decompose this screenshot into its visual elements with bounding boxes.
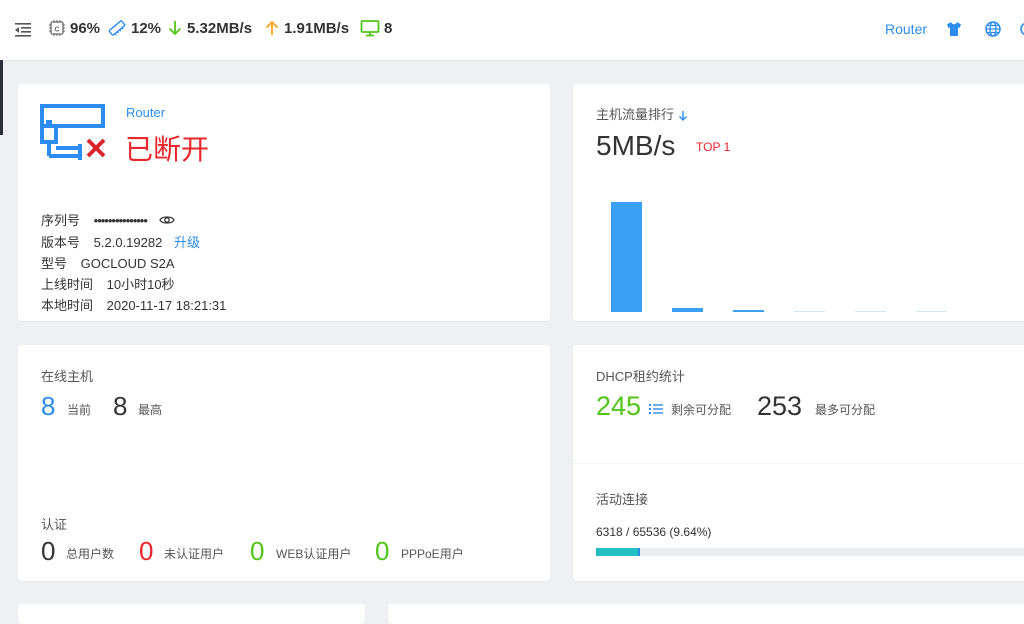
hosts-value: 8 xyxy=(384,19,393,37)
dhcp-remaining-label: 剩余可分配 xyxy=(671,403,732,417)
upload-stat: 1.91MB/s xyxy=(264,19,349,37)
online-title: 在线主机 xyxy=(41,369,94,384)
dhcp-card: DHCP租约统计 245 剩余可分配 253 最多可分配 活动连接 6318 /… xyxy=(573,345,1024,581)
router-link[interactable]: Router xyxy=(885,21,927,37)
model-label: 型号 xyxy=(41,256,68,271)
web-users-label: WEB认证用户 xyxy=(276,547,352,561)
dhcp-remaining: 245 xyxy=(596,391,642,421)
unauth-users: 0 xyxy=(139,536,154,566)
connections-progress-fill xyxy=(596,548,640,556)
download-stat: 5.32MB/s xyxy=(167,19,252,37)
memory-icon xyxy=(108,20,126,36)
traffic-bar[interactable] xyxy=(855,311,886,312)
traffic-card: 主机流量排行 5MB/s TOP 1 xyxy=(573,84,1024,321)
pppoe-users-label: PPPoE用户 xyxy=(401,547,464,561)
sidebar-edge xyxy=(0,60,3,135)
extra-icon[interactable] xyxy=(1018,20,1024,38)
serial-label: 序列号 xyxy=(41,213,81,228)
version-label: 版本号 xyxy=(41,235,81,250)
memory-stat: 12% xyxy=(107,19,161,37)
traffic-bar[interactable] xyxy=(916,311,947,312)
top-bar: C 96% 12% 5.32MB/s 1.91MB/s 8 Router xyxy=(0,0,1024,61)
traffic-bar[interactable] xyxy=(611,202,642,312)
localtime-row: 本地时间 2020-11-17 18:21:31 xyxy=(41,295,226,314)
cpu-value: 96% xyxy=(70,19,101,37)
serial-value: ••••••••••••••• xyxy=(93,213,148,228)
router-disconnected-icon xyxy=(40,104,110,164)
upload-value: 1.91MB/s xyxy=(284,19,350,37)
traffic-bar[interactable] xyxy=(672,308,703,312)
hosts-stat: 8 xyxy=(360,19,392,37)
divider xyxy=(573,463,1024,464)
web-users: 0 xyxy=(250,536,265,566)
bottom-card-right xyxy=(388,604,1024,624)
eye-icon[interactable] xyxy=(158,214,175,229)
dhcp-max: 253 xyxy=(757,391,803,421)
monitor-icon xyxy=(360,20,380,37)
download-value: 5.32MB/s xyxy=(187,19,253,37)
connection-status: 已断开 xyxy=(125,134,210,165)
online-max: 8 xyxy=(113,391,128,421)
arrow-up-icon xyxy=(265,20,279,35)
total-users-label: 总用户数 xyxy=(66,547,115,561)
connections-progress xyxy=(596,548,1024,556)
online-current: 8 xyxy=(41,391,56,421)
connections-text: 6318 / 65536 (9.64%) xyxy=(596,525,712,539)
cpu-icon: C xyxy=(49,20,65,36)
bottom-card-left xyxy=(18,604,365,624)
traffic-chart xyxy=(573,84,1024,321)
online-max-label: 最高 xyxy=(138,403,163,417)
traffic-bar[interactable] xyxy=(794,311,825,312)
auth-title: 认证 xyxy=(41,517,68,532)
device-card: Router 已断开 序列号 ••••••••••••••• 版本号 5.2.0… xyxy=(18,84,550,321)
menu-toggle-icon[interactable] xyxy=(13,20,33,40)
total-users: 0 xyxy=(41,536,56,566)
device-name-link[interactable]: Router xyxy=(126,105,165,120)
memory-value: 12% xyxy=(131,19,162,37)
online-hosts-card: 在线主机 8 当前 8 最高 认证 0 总用户数 0 未认证用户 0 WEB认证… xyxy=(18,345,550,581)
traffic-bar[interactable] xyxy=(733,310,764,312)
localtime-value: 2020-11-17 18:21:31 xyxy=(106,298,227,313)
shirt-icon[interactable] xyxy=(945,20,963,38)
list-icon[interactable] xyxy=(649,402,663,420)
globe-icon[interactable] xyxy=(984,20,1002,38)
dhcp-max-label: 最多可分配 xyxy=(815,403,876,417)
uptime-row: 上线时间 10小时10秒 xyxy=(41,274,175,293)
model-row: 型号 GOCLOUD S2A xyxy=(41,253,175,272)
dhcp-title: DHCP租约统计 xyxy=(596,369,685,384)
uptime-value: 10小时10秒 xyxy=(106,277,175,292)
model-value: GOCLOUD S2A xyxy=(80,256,175,271)
unauth-users-label: 未认证用户 xyxy=(164,547,225,561)
localtime-label: 本地时间 xyxy=(41,298,94,313)
pppoe-users: 0 xyxy=(375,536,390,566)
arrow-down-icon xyxy=(168,21,182,36)
version-value: 5.2.0.19282 xyxy=(93,235,163,250)
serial-row: 序列号 ••••••••••••••• xyxy=(41,210,175,229)
uptime-label: 上线时间 xyxy=(41,277,94,292)
upgrade-link[interactable]: 升级 xyxy=(174,235,200,250)
online-current-label: 当前 xyxy=(67,403,92,417)
connections-title: 活动连接 xyxy=(596,492,649,507)
cpu-stat: C 96% xyxy=(48,19,100,37)
svg-text:C: C xyxy=(54,26,59,33)
version-row: 版本号 5.2.0.19282 升级 xyxy=(41,232,200,251)
